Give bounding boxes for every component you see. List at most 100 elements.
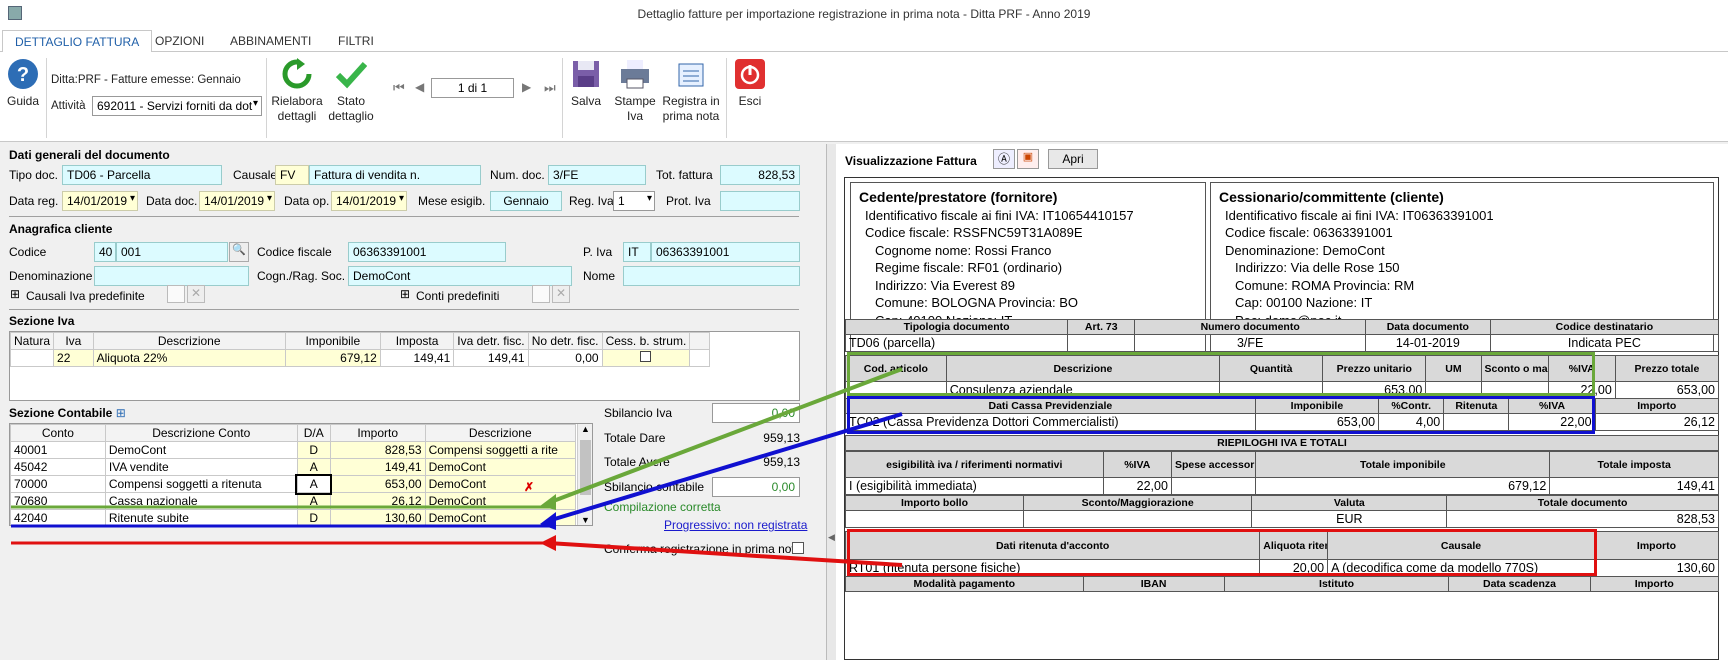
save-icon <box>573 61 599 87</box>
iva-cell: 679,12 <box>284 349 381 367</box>
salva-button[interactable]: Salva <box>568 58 604 109</box>
nome-label: Nome <box>583 269 616 283</box>
doc-header-1: Art. 73 <box>1067 319 1136 335</box>
check-icon <box>335 61 368 89</box>
last-page-icon[interactable]: ⏭ <box>544 80 556 96</box>
denominazione-field[interactable] <box>94 266 249 286</box>
codice2-field[interactable]: 001 <box>116 242 228 262</box>
registra-prima-nota-button[interactable]: Registra in prima nota <box>660 58 722 124</box>
reg-iva-select[interactable]: 1 ▾ <box>613 191 655 211</box>
prot-iva-field[interactable] <box>720 191 800 211</box>
chevron-down-icon: ▾ <box>252 98 258 109</box>
tab-dettaglio-fattura[interactable]: DETTAGLIO FATTURA <box>2 30 153 53</box>
table-row[interactable]: 40001 DemoCont D 828,53 Compensi soggetti a … <box>10 441 577 459</box>
guida-button[interactable]: ? Guida <box>4 58 42 109</box>
compilazione-status: Compilazione corretta <box>604 500 721 514</box>
iva-cell <box>9 349 55 367</box>
delete-icon[interactable]: ✕ <box>187 285 205 303</box>
totale-dare-label: Totale Dare <box>604 431 666 445</box>
iva-cell: 149,41 <box>453 349 529 367</box>
expand-icon[interactable]: ⊞ <box>10 287 20 301</box>
party-line: Indirizzo: Via Everest 89 <box>875 277 1015 293</box>
data-doc-field[interactable]: 14/01/2019 ▾ <box>199 191 275 211</box>
table-row[interactable]: 70000 Compensi soggetti a ritenuta A 653,00… <box>10 473 577 495</box>
piva-country-field[interactable]: IT <box>623 242 651 262</box>
scrollbar[interactable]: ▲ ▼ <box>577 424 592 525</box>
splitter[interactable]: ◀ <box>826 144 836 660</box>
cont-cell: 653,00 <box>329 475 426 493</box>
pager-input[interactable]: 1 di 1 <box>431 78 514 98</box>
chevron-down-icon: ▾ <box>129 193 135 204</box>
bollo-header-1: Sconto/Maggiorazione <box>1022 495 1253 511</box>
next-page-icon[interactable]: ▶ <box>522 80 531 94</box>
delete-icon[interactable]: ✕ <box>552 285 570 303</box>
data-op-field[interactable]: 14/01/2019 ▾ <box>331 191 407 211</box>
causale-code-field[interactable]: FV <box>275 165 309 185</box>
party-line: Codice fiscale: 06363391001 <box>1225 225 1393 240</box>
tipo-doc-label: Tipo doc. <box>9 168 58 182</box>
table-row[interactable]: 22 Aliquota 22% 679,12 149,41 149,41 0,00 <box>9 349 710 367</box>
apri-button[interactable]: Apri <box>1048 149 1098 169</box>
ritenuta-header-3: Importo <box>1593 531 1720 560</box>
expand-icon[interactable]: ⊞ <box>400 287 410 301</box>
table-row[interactable]: 42040 Ritenute subite D 130,60 DemoCont <box>10 509 577 525</box>
progressivo-link[interactable]: Progressivo: non registrata <box>664 518 807 532</box>
cognome-field[interactable]: DemoCont <box>348 266 572 286</box>
bollo-table: Importo bollo Sconto/Maggiorazione Valuta T… <box>845 495 1719 528</box>
checkbox[interactable] <box>640 351 652 362</box>
cont-cell: D <box>296 509 331 525</box>
causale-desc-field[interactable]: Fattura di vendita n. <box>309 165 481 185</box>
search-icon[interactable]: 🔍 <box>229 242 249 262</box>
cf-field[interactable]: 06363391001 <box>348 242 506 262</box>
data-reg-field[interactable]: 14/01/2019 ▾ <box>62 191 138 211</box>
totale-dare-value: 959,13 <box>763 431 800 445</box>
title-bar: Dettaglio fatture per importazione regis… <box>0 0 1728 28</box>
num-doc-field[interactable]: 3/FE <box>548 165 646 185</box>
cont-cell: IVA vendite <box>104 458 298 476</box>
view-icon[interactable]: Ⓐ <box>993 149 1015 169</box>
data-doc-label: Data doc. <box>146 194 198 208</box>
doc-value-0: TD06 (parcella) <box>844 334 1069 352</box>
iva-header-1: Iva <box>53 332 94 350</box>
iva-header-0: Natura <box>9 332 55 350</box>
prev-page-icon[interactable]: ◀ <box>415 80 424 94</box>
pagamento-table: Modalità pagamento IBAN Istituto Data scade… <box>845 576 1720 592</box>
first-page-icon[interactable]: ⏮ <box>393 80 405 96</box>
attivita-select[interactable]: 692011 - Servizi forniti da dot ▾ <box>92 96 262 116</box>
table-row[interactable]: 45042 IVA vendite A 149,41 DemoCont <box>10 458 577 476</box>
nome-field[interactable] <box>623 266 800 286</box>
doc-table: Tipologia documento Art. 73 Numero documen… <box>844 319 1720 352</box>
printer-icon <box>621 60 649 89</box>
esci-button[interactable]: Esci <box>732 58 768 109</box>
stato-dettaglio-button[interactable]: Stato dettaglio <box>324 58 378 124</box>
totale-avere-value: 959,13 <box>763 455 800 469</box>
new-doc-icon[interactable] <box>532 285 550 303</box>
piva-label: P. Iva <box>583 245 613 259</box>
table-row[interactable]: 70680 Cassa nazionale A 26,12 DemoCont <box>10 492 577 510</box>
new-doc-icon[interactable] <box>167 285 185 303</box>
party-line: Comune: BOLOGNA Provincia: BO <box>875 295 1079 310</box>
ribbon: ? Guida Ditta:PRF - Fatture emesse: Genn… <box>0 52 1728 142</box>
green-highlight <box>847 352 1595 396</box>
tot-fattura-field[interactable]: 828,53 <box>720 165 800 185</box>
rielabora-dettagli-button[interactable]: Rielabora dettagli <box>270 58 324 124</box>
pdf-icon[interactable]: ▣ <box>1017 149 1039 169</box>
piva-field[interactable]: 06363391001 <box>651 242 800 262</box>
conti-pred-label[interactable]: Conti predefiniti <box>416 289 499 303</box>
collapse-icon[interactable]: ◀ <box>828 532 835 543</box>
mese-field[interactable]: Gennaio <box>490 191 562 211</box>
iva-header-6: No detr. fisc. <box>527 332 603 350</box>
error-mark-icon[interactable]: ✗ <box>524 480 534 494</box>
expand-icon[interactable]: ⊞ <box>116 406 126 420</box>
tab-filtri[interactable]: FILTRI <box>326 30 386 53</box>
doc-header-2: Numero documento <box>1134 319 1366 335</box>
tipo-doc-field[interactable]: TD06 - Parcella <box>62 165 222 185</box>
tab-abbinamenti[interactable]: ABBINAMENTI <box>218 30 323 53</box>
righe-value-7: 653,00 <box>1614 381 1720 399</box>
conferma-checkbox[interactable] <box>792 542 804 554</box>
bollo-header-2: Valuta <box>1251 495 1448 511</box>
causali-iva-label[interactable]: Causali Iva predefinite <box>26 289 145 303</box>
codice1-field[interactable]: 40 <box>94 242 116 262</box>
stampe-iva-button[interactable]: Stampe Iva <box>612 58 658 124</box>
tab-opzioni[interactable]: OPZIONI <box>143 30 216 53</box>
